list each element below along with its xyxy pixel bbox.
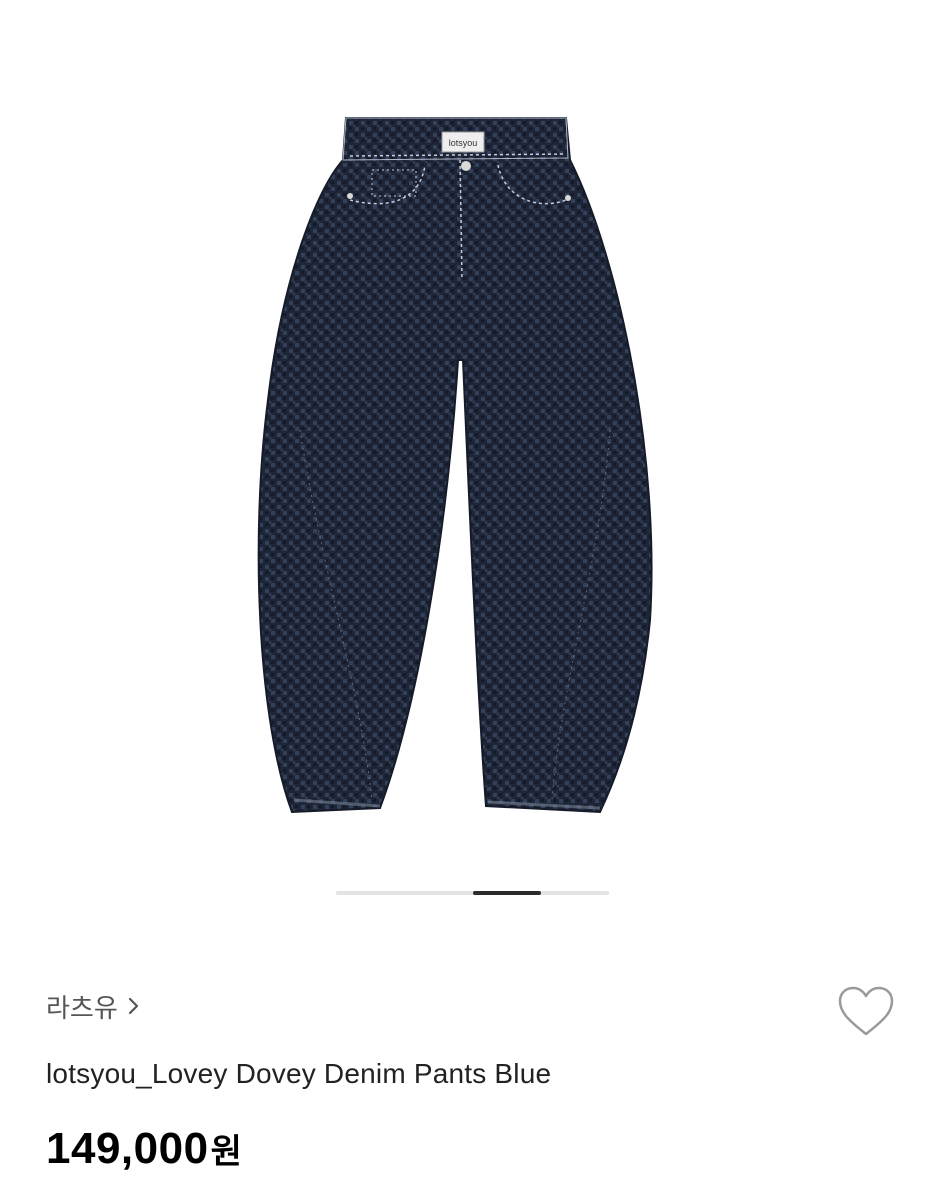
image-pagination-thumb (472, 891, 541, 895)
product-name: lotsyou_Lovey Dovey Denim Pants Blue (46, 1058, 552, 1089)
like-button[interactable] (834, 982, 898, 1042)
brand-name: 라츠유 (46, 992, 118, 1023)
product-image-gallery[interactable]: lotsyou (0, 0, 944, 930)
price-amount: 149,000 (46, 1124, 209, 1173)
image-pagination-track[interactable] (336, 891, 609, 895)
brand-link[interactable]: 라츠유 (46, 986, 144, 1026)
price-unit: 원 (210, 1133, 242, 1171)
heart-outline-icon (838, 986, 894, 1036)
chevron-right-icon (128, 997, 138, 1015)
svg-text:lotsyou: lotsyou (449, 138, 478, 148)
product-price: 149,000 원 (46, 1124, 242, 1174)
product-image: lotsyou (257, 117, 653, 814)
